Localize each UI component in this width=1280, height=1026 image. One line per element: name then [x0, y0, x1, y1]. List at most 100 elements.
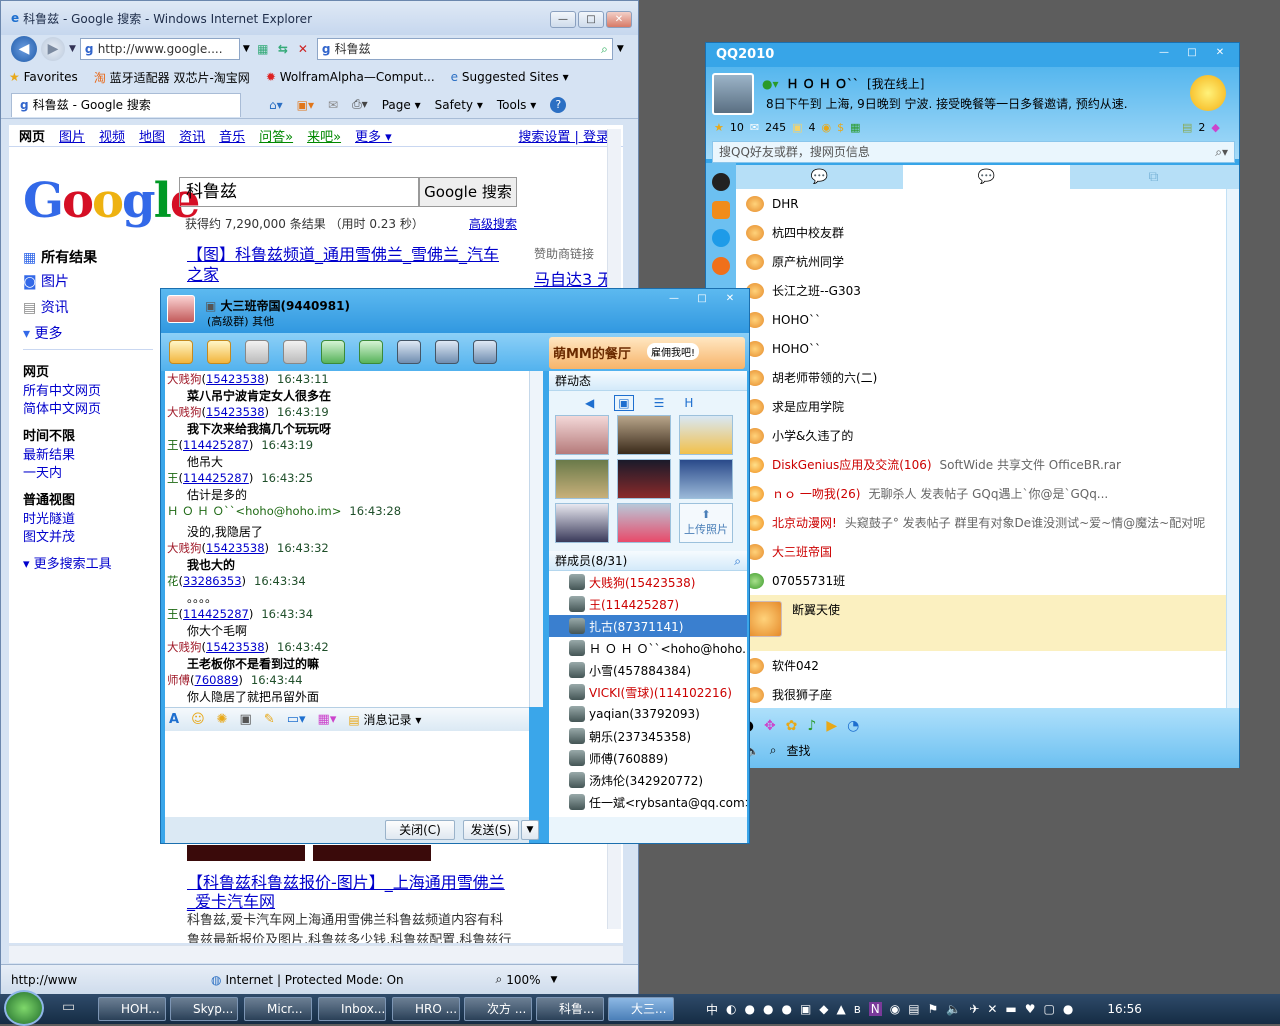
- group-list-item[interactable]: ｎｏ 一吻我(26) 无聊杀人 发表帖子 GQq遇上`你@是`GQq...: [736, 479, 1226, 508]
- favorites-button[interactable]: ★ Favorites: [9, 70, 78, 84]
- address-dropdown-icon[interactable]: ▼: [243, 44, 250, 54]
- find-button[interactable]: 查找: [786, 742, 810, 759]
- message-sender-id[interactable]: <hoho@hoho.im>: [235, 504, 341, 518]
- tray-icon[interactable]: ✈: [969, 1002, 979, 1016]
- left-news[interactable]: ▤ 资讯: [23, 297, 69, 317]
- group-list-item[interactable]: 07055731班: [736, 566, 1226, 595]
- search-options-icon[interactable]: ▼: [617, 44, 624, 54]
- message-icon[interactable]: ▣: [792, 121, 802, 134]
- qq-penguin-icon[interactable]: [712, 173, 730, 191]
- group-list-item[interactable]: 我很狮子座: [736, 680, 1226, 708]
- show-desktop-icon[interactable]: ▭: [62, 999, 92, 1019]
- qq-signature[interactable]: 8日下午到 上海, 9日晚到 宁波. 接受晚餐等一日多餐邀请, 预约从速.: [766, 95, 1128, 112]
- group-mail-icon[interactable]: [321, 340, 345, 364]
- help-icon[interactable]: ?: [550, 96, 567, 113]
- photo-thumb[interactable]: [679, 415, 733, 455]
- member-item[interactable]: 扎古(87371141): [549, 615, 747, 637]
- home-icon[interactable]: ⌂▾: [269, 98, 283, 112]
- task-inbox[interactable]: Inbox...: [318, 997, 386, 1021]
- group-list-item[interactable]: 求是应用学院: [736, 392, 1226, 421]
- upload-photo-button[interactable]: ⬆ 上传照片: [679, 503, 733, 543]
- left-simplified[interactable]: 简体中文网页: [23, 398, 101, 417]
- nav-laiba[interactable]: 来吧»: [307, 126, 341, 145]
- zoom-icon[interactable]: ⌕: [495, 972, 502, 987]
- hd-view-icon[interactable]: H: [684, 396, 693, 410]
- mail-icon[interactable]: ✉: [328, 98, 338, 112]
- tab-recent[interactable]: ⧉: [1070, 165, 1237, 189]
- flag-icon[interactable]: ⚑: [928, 1002, 939, 1016]
- tray-icon[interactable]: ▢: [1044, 1002, 1055, 1016]
- print-icon[interactable]: ⎙▾: [352, 97, 368, 112]
- tray-icon[interactable]: ♥: [1025, 1002, 1036, 1016]
- nav-news[interactable]: 资讯: [179, 126, 205, 145]
- message-sender[interactable]: 大贱狗: [167, 541, 202, 555]
- money-icon[interactable]: $: [837, 121, 844, 134]
- group-share-icon[interactable]: [207, 340, 231, 364]
- chat-input[interactable]: [165, 731, 529, 817]
- group-card-icon[interactable]: [283, 340, 307, 364]
- group-list-item[interactable]: HOHO``: [736, 305, 1226, 334]
- task-cifang[interactable]: 次方 ...: [464, 997, 532, 1021]
- group-avatar[interactable]: [167, 295, 195, 323]
- group-add-icon[interactable]: [359, 340, 383, 364]
- close-chat-button[interactable]: 关闭(C): [385, 820, 455, 840]
- task-kelu[interactable]: 科鲁...: [536, 997, 604, 1021]
- group-home-icon[interactable]: [169, 340, 193, 364]
- tray-icon[interactable]: ●: [781, 1002, 791, 1016]
- group-list-item[interactable]: 软件042: [736, 651, 1226, 680]
- zoom-level[interactable]: 100%: [506, 973, 540, 987]
- tab-google-search[interactable]: g 科鲁兹 - Google 搜索: [11, 92, 241, 117]
- left-all-results[interactable]: ▦ 所有结果: [23, 247, 97, 267]
- tray-icon[interactable]: ●: [763, 1002, 773, 1016]
- back-button[interactable]: ◀: [11, 36, 37, 62]
- maximize-button[interactable]: □: [578, 11, 604, 28]
- message-sender[interactable]: 大贱狗: [167, 372, 202, 386]
- message-sender[interactable]: 花: [167, 574, 179, 588]
- music-share-icon[interactable]: ▦▾: [318, 712, 337, 727]
- photo-thumb[interactable]: [679, 459, 733, 499]
- tray-icon[interactable]: ✕: [987, 1002, 997, 1016]
- tab-contacts[interactable]: 💬: [736, 165, 903, 189]
- left-one-day[interactable]: 一天内: [23, 462, 62, 481]
- message-sender-id[interactable]: 760889: [195, 673, 239, 687]
- feeds-icon[interactable]: ▣▾: [297, 98, 314, 112]
- photo-thumb[interactable]: [555, 503, 609, 543]
- qq-search-input[interactable]: 搜QQ好友或群，搜网页信息 ⌕▾: [712, 141, 1235, 163]
- ime-indicator[interactable]: 中: [706, 1001, 718, 1018]
- speed-icon[interactable]: ◔: [847, 718, 859, 734]
- tab-groups[interactable]: 💬: [903, 165, 1070, 189]
- weather-sun-icon[interactable]: [1190, 75, 1226, 111]
- result-title-1[interactable]: 【图】科鲁兹频道_通用雪佛兰_雪佛兰_汽车之家: [187, 245, 507, 285]
- message-sender-id[interactable]: 114425287: [183, 438, 249, 452]
- safety-menu[interactable]: Safety ▾: [435, 98, 483, 112]
- search-icon[interactable]: ⌕▾: [1215, 142, 1228, 162]
- photo-thumb[interactable]: [617, 503, 671, 543]
- google-query-input[interactable]: 科鲁兹: [179, 177, 419, 207]
- inbox-icon[interactable]: ▤: [1182, 121, 1192, 134]
- nav-music[interactable]: 音乐: [219, 126, 245, 145]
- video-call-icon[interactable]: ▭▾: [287, 712, 306, 727]
- onenote-icon[interactable]: N: [868, 1002, 882, 1016]
- nav-video[interactable]: 视频: [99, 126, 125, 145]
- skin-icon[interactable]: ◆: [1211, 121, 1219, 134]
- message-sender[interactable]: 王: [167, 471, 179, 485]
- send-button[interactable]: 发送(S): [463, 820, 519, 840]
- tray-icon[interactable]: ▣: [800, 1002, 811, 1016]
- page-menu[interactable]: Page ▾: [382, 98, 421, 112]
- message-sender-id[interactable]: 33286353: [183, 574, 242, 588]
- left-more-tools[interactable]: ▾ 更多搜索工具: [23, 553, 112, 572]
- message-sender-id[interactable]: 114425287: [183, 607, 249, 621]
- group-list-item[interactable]: 北京动漫网! 头窥鼓子° 发表帖子 群里有对象De谁没测试~爱~情@魔法~配对呢: [736, 508, 1226, 537]
- tray-icon[interactable]: ▬: [1005, 1002, 1016, 1016]
- advanced-search-link[interactable]: 高级搜索: [469, 215, 517, 232]
- group-album-icon[interactable]: [245, 340, 269, 364]
- image-icon[interactable]: ✎: [264, 712, 275, 727]
- qq-list-scrollbar[interactable]: [1226, 189, 1239, 708]
- task-hro[interactable]: HRO ...: [392, 997, 460, 1021]
- photo-thumb[interactable]: [617, 415, 671, 455]
- group-list-item[interactable]: 杭四中校友群: [736, 218, 1226, 247]
- tray-icon[interactable]: ▲: [837, 1002, 846, 1016]
- zoom-dropdown-icon[interactable]: ▼: [551, 975, 558, 985]
- address-input[interactable]: g http://www.google....: [79, 38, 240, 60]
- fav-link-suggested[interactable]: e Suggested Sites ▾: [451, 70, 569, 84]
